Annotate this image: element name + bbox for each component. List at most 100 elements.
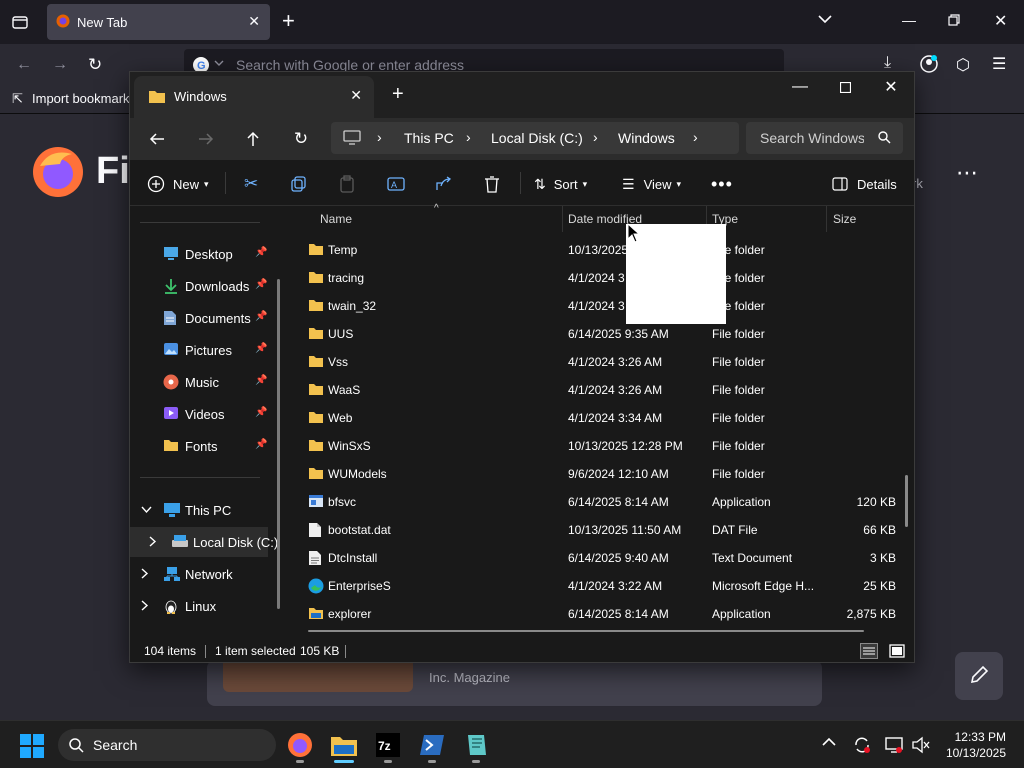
column-name[interactable]: Name bbox=[320, 212, 352, 226]
chevron-right-icon[interactable]: › bbox=[693, 129, 698, 145]
nav-item-pictures[interactable]: Pictures 📌 bbox=[130, 335, 268, 365]
chevron-down-icon[interactable] bbox=[141, 506, 152, 514]
pin-icon[interactable]: 📌 bbox=[255, 407, 267, 418]
more-options-icon[interactable]: ⋯ bbox=[956, 160, 978, 186]
large-icons-view-icon[interactable] bbox=[889, 643, 905, 659]
account-icon[interactable] bbox=[919, 54, 939, 74]
taskbar-search[interactable]: Search bbox=[58, 729, 276, 761]
nav-item-downloads[interactable]: Downloads 📌 bbox=[130, 271, 268, 301]
tab-list-icon[interactable] bbox=[12, 14, 28, 30]
pin-icon[interactable]: 📌 bbox=[255, 311, 267, 322]
details-button[interactable]: Details bbox=[832, 172, 897, 196]
customize-button[interactable] bbox=[955, 652, 1003, 700]
nav-item-documents[interactable]: Documents 📌 bbox=[130, 303, 268, 333]
new-tab-button[interactable]: + bbox=[392, 84, 404, 104]
pin-icon[interactable]: 📌 bbox=[255, 343, 267, 354]
share-icon[interactable] bbox=[435, 172, 453, 196]
minimize-icon[interactable]: — bbox=[902, 12, 916, 28]
firefox-tab[interactable]: New Tab ✕ bbox=[47, 4, 270, 40]
file-row[interactable]: DtcInstall 6/14/2025 9:40 AM Text Document… bbox=[300, 544, 906, 572]
back-arrow-icon[interactable] bbox=[143, 126, 171, 152]
nav-tree-local-disk-c[interactable]: Local Disk (C:) bbox=[130, 527, 278, 557]
new-button[interactable]: New ▾ bbox=[147, 172, 209, 196]
file-row[interactable]: bootstat.dat 10/13/2025 11:50 AM DAT File 6… bbox=[300, 516, 906, 544]
reload-icon[interactable]: ↻ bbox=[88, 55, 102, 75]
chevron-right-icon[interactable]: › bbox=[593, 129, 598, 145]
rename-icon[interactable]: A bbox=[387, 172, 405, 196]
taskbar-file-explorer[interactable] bbox=[324, 725, 364, 765]
taskbar-clock[interactable]: 12:33 PM 10/13/2025 bbox=[946, 729, 1006, 761]
chevron-right-icon[interactable] bbox=[141, 600, 149, 611]
menu-icon[interactable]: ☰ bbox=[992, 54, 1006, 74]
refresh-icon[interactable]: ↻ bbox=[287, 126, 315, 152]
restore-icon[interactable] bbox=[948, 14, 960, 26]
chevron-right-icon[interactable]: › bbox=[377, 129, 382, 145]
minimize-icon[interactable]: — bbox=[777, 72, 823, 102]
address-bar[interactable]: › This PC › Local Disk (C:) › Windows › bbox=[331, 122, 739, 154]
maximize-icon[interactable] bbox=[822, 72, 868, 102]
nav-tree-network[interactable]: Network bbox=[130, 559, 268, 589]
chevron-right-icon[interactable] bbox=[149, 536, 157, 547]
nav-item-music[interactable]: Music 📌 bbox=[130, 367, 268, 397]
forward-arrow-icon[interactable]: → bbox=[52, 56, 68, 74]
close-icon[interactable]: ✕ bbox=[994, 11, 1007, 31]
details-view-icon[interactable] bbox=[860, 643, 878, 659]
search-box[interactable]: Search Windows bbox=[746, 122, 903, 154]
pocket-story-card[interactable]: Inc. Magazine bbox=[207, 660, 822, 706]
file-row[interactable]: Temp 10/13/2025 File folder bbox=[300, 236, 906, 264]
volume-muted-icon[interactable] bbox=[910, 735, 930, 755]
breadcrumb-windows[interactable]: Windows bbox=[618, 130, 675, 146]
nav-item-desktop[interactable]: Desktop 📌 bbox=[130, 239, 268, 269]
chevron-down-icon[interactable] bbox=[214, 58, 224, 68]
column-size[interactable]: Size bbox=[833, 212, 856, 226]
nav-item-videos[interactable]: Videos 📌 bbox=[130, 399, 268, 429]
file-row[interactable]: twain_32 4/1/2024 3 File folder bbox=[300, 292, 906, 320]
explorer-tab[interactable]: Windows ✕ bbox=[134, 76, 374, 118]
view-button[interactable]: ☰ View ▾ bbox=[622, 172, 681, 196]
file-row[interactable]: Web 4/1/2024 3:34 AM File folder bbox=[300, 404, 906, 432]
file-row[interactable]: WaaS 4/1/2024 3:26 AM File folder bbox=[300, 376, 906, 404]
more-options-icon[interactable]: ••• bbox=[711, 172, 733, 196]
list-all-tabs-icon[interactable] bbox=[818, 14, 832, 24]
taskbar-app[interactable] bbox=[456, 725, 496, 765]
column-divider[interactable] bbox=[562, 206, 563, 232]
network-icon[interactable] bbox=[884, 735, 904, 755]
extensions-icon[interactable]: ⬡ bbox=[956, 55, 970, 75]
nav-tree-this-pc[interactable]: This PC bbox=[130, 495, 268, 525]
sort-button[interactable]: ⇅ Sort ▾ bbox=[534, 172, 587, 196]
pin-icon[interactable]: 📌 bbox=[255, 279, 267, 290]
column-divider[interactable] bbox=[826, 206, 827, 232]
breadcrumb-this-pc[interactable]: This PC bbox=[404, 130, 454, 146]
nav-tree-linux[interactable]: Linux bbox=[130, 591, 268, 621]
back-arrow-icon[interactable]: ← bbox=[16, 56, 32, 74]
up-arrow-icon[interactable] bbox=[239, 126, 267, 152]
vertical-scrollbar[interactable] bbox=[905, 475, 908, 527]
taskbar-7zip[interactable]: 7z bbox=[368, 725, 408, 765]
nav-item-fonts[interactable]: Fonts 📌 bbox=[130, 431, 268, 461]
downloads-icon[interactable]: ⤓ bbox=[884, 54, 891, 72]
close-tab-icon[interactable]: ✕ bbox=[248, 13, 260, 30]
close-icon[interactable]: ✕ bbox=[868, 72, 914, 102]
forward-arrow-icon[interactable] bbox=[192, 126, 220, 152]
file-row[interactable]: UUS 6/14/2025 9:35 AM File folder bbox=[300, 320, 906, 348]
file-row[interactable]: WUModels 9/6/2024 12:10 AM File folder bbox=[300, 460, 906, 488]
sync-icon[interactable] bbox=[852, 735, 872, 755]
pin-icon[interactable]: 📌 bbox=[255, 247, 267, 258]
paste-icon[interactable] bbox=[339, 172, 355, 196]
file-row[interactable]: tracing 4/1/2024 3 File folder bbox=[300, 264, 906, 292]
delete-icon[interactable] bbox=[484, 172, 500, 196]
chevron-up-icon[interactable] bbox=[822, 737, 836, 747]
nav-scrollbar[interactable] bbox=[277, 279, 280, 609]
import-bookmarks-link[interactable]: Import bookmarks bbox=[32, 91, 136, 106]
close-tab-icon[interactable]: ✕ bbox=[350, 87, 362, 104]
chevron-right-icon[interactable] bbox=[141, 568, 149, 579]
breadcrumb-local-disk[interactable]: Local Disk (C:) bbox=[491, 130, 583, 146]
horizontal-scrollbar[interactable] bbox=[308, 630, 864, 632]
copy-icon[interactable] bbox=[291, 172, 307, 196]
start-button[interactable] bbox=[20, 734, 44, 758]
file-row[interactable]: WinSxS 10/13/2025 12:28 PM File folder bbox=[300, 432, 906, 460]
pin-icon[interactable]: 📌 bbox=[255, 375, 267, 386]
chevron-right-icon[interactable]: › bbox=[466, 129, 471, 145]
pin-icon[interactable]: 📌 bbox=[255, 439, 267, 450]
file-row[interactable]: Vss 4/1/2024 3:26 AM File folder bbox=[300, 348, 906, 376]
